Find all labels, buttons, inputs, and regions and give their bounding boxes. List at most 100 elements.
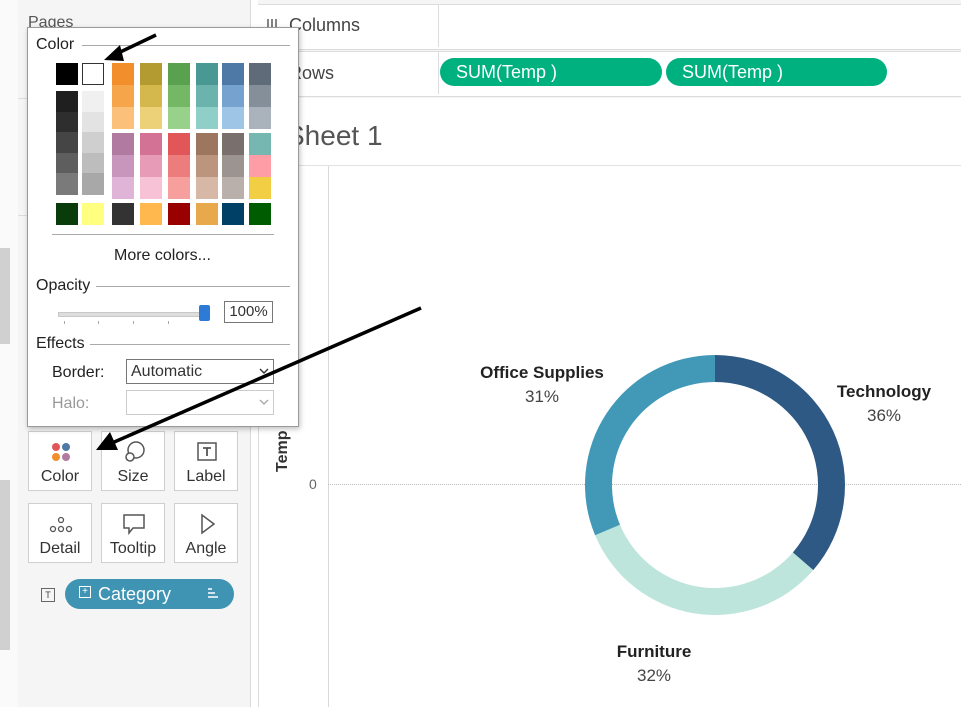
color-swatch[interactable] xyxy=(222,133,244,155)
color-swatch[interactable] xyxy=(140,85,162,107)
section-divider xyxy=(96,286,290,287)
color-swatch[interactable] xyxy=(112,203,134,225)
color-swatch[interactable] xyxy=(222,85,244,107)
section-divider xyxy=(82,45,290,46)
marks-label-button[interactable]: Label xyxy=(174,431,238,491)
color-swatch[interactable] xyxy=(222,177,244,199)
color-swatch[interactable] xyxy=(140,177,162,199)
more-colors-link[interactable]: More colors... xyxy=(114,247,211,265)
color-swatch[interactable] xyxy=(249,85,271,107)
slice-label-furniture: Furniture 32% xyxy=(594,642,714,686)
color-swatch[interactable] xyxy=(56,173,78,195)
color-swatch[interactable] xyxy=(196,63,218,85)
donut-slice-furniture[interactable] xyxy=(595,524,814,615)
color-swatch[interactable] xyxy=(196,155,218,177)
border-select[interactable]: Automatic xyxy=(126,359,274,384)
color-swatch[interactable] xyxy=(140,133,162,155)
color-swatch[interactable] xyxy=(249,107,271,129)
color-swatch[interactable] xyxy=(82,91,104,113)
color-swatch[interactable] xyxy=(168,63,190,85)
color-swatch[interactable] xyxy=(196,85,218,107)
sort-icon[interactable] xyxy=(207,587,219,606)
title-separator xyxy=(258,165,961,166)
color-swatch[interactable] xyxy=(168,203,190,225)
color-swatch[interactable] xyxy=(196,133,218,155)
marks-color-label: Color xyxy=(40,468,80,485)
slider-tick xyxy=(133,321,134,324)
halo-select[interactable] xyxy=(126,390,274,415)
color-swatch[interactable] xyxy=(56,111,78,134)
color-swatch[interactable] xyxy=(140,63,162,85)
y-axis-tick: 0 xyxy=(309,476,317,492)
color-swatch[interactable] xyxy=(82,203,104,225)
color-swatch[interactable] xyxy=(222,107,244,129)
color-swatch-selected[interactable] xyxy=(82,63,104,85)
color-swatch[interactable] xyxy=(56,203,78,225)
color-swatch[interactable] xyxy=(168,177,190,199)
opacity-value-input[interactable]: 100% xyxy=(224,301,273,323)
strip-block xyxy=(0,480,10,650)
color-swatch[interactable] xyxy=(140,203,162,225)
color-swatch[interactable] xyxy=(56,91,78,113)
opacity-slider-thumb[interactable] xyxy=(199,305,210,321)
opacity-section-title: Opacity xyxy=(36,277,91,294)
color-swatch[interactable] xyxy=(112,155,134,177)
color-swatch[interactable] xyxy=(168,133,190,155)
color-swatch[interactable] xyxy=(222,63,244,85)
color-swatch[interactable] xyxy=(222,155,244,177)
color-swatch[interactable] xyxy=(168,155,190,177)
marks-angle-label: Angle xyxy=(185,540,227,557)
color-swatch[interactable] xyxy=(82,132,104,154)
rows-pill-label: SUM(Temp ) xyxy=(682,62,784,82)
color-swatch[interactable] xyxy=(82,111,104,134)
marks-tooltip-label: Tooltip xyxy=(109,540,157,557)
color-swatch[interactable] xyxy=(140,107,162,129)
marks-size-label: Size xyxy=(117,468,149,485)
tooltip-bubble-icon xyxy=(102,512,164,536)
color-swatch[interactable] xyxy=(196,107,218,129)
slice-percent: 31% xyxy=(524,387,560,406)
strip-block xyxy=(0,248,10,344)
chevron-down-icon xyxy=(259,360,269,390)
marks-angle-button[interactable]: Angle xyxy=(174,503,238,563)
halo-label: Halo: xyxy=(52,395,90,412)
color-swatch[interactable] xyxy=(112,177,134,199)
color-swatch[interactable] xyxy=(82,152,104,175)
color-swatch[interactable] xyxy=(249,63,271,85)
columns-shelf[interactable]: Columns xyxy=(258,4,961,50)
color-swatch[interactable] xyxy=(112,63,134,85)
rows-pill-sum-temp[interactable]: SUM(Temp ) xyxy=(666,58,887,86)
color-swatch[interactable] xyxy=(222,203,244,225)
columns-shelf-label: Columns xyxy=(289,15,361,35)
size-circles-icon xyxy=(102,440,164,464)
color-swatch[interactable] xyxy=(249,155,271,177)
color-swatch[interactable] xyxy=(82,173,104,195)
expand-plus-icon[interactable]: + xyxy=(79,586,91,598)
opacity-slider-track[interactable] xyxy=(58,312,210,317)
color-swatch[interactable] xyxy=(56,132,78,154)
color-swatch[interactable] xyxy=(249,177,271,199)
angle-wedge-icon xyxy=(175,512,237,536)
marks-tooltip-button[interactable]: Tooltip xyxy=(101,503,165,563)
color-swatch[interactable] xyxy=(56,152,78,175)
marks-color-button[interactable]: Color xyxy=(28,431,92,491)
effects-section-title: Effects xyxy=(36,335,85,352)
border-select-value: Automatic xyxy=(131,363,203,380)
color-dots-icon xyxy=(29,440,91,464)
slider-tick xyxy=(64,321,65,324)
color-swatch[interactable] xyxy=(112,133,134,155)
color-swatch[interactable] xyxy=(196,203,218,225)
color-swatch[interactable] xyxy=(249,203,271,225)
color-swatch[interactable] xyxy=(168,107,190,129)
category-pill[interactable]: + Category xyxy=(65,579,234,609)
rows-pill-sum-temp[interactable]: SUM(Temp ) xyxy=(440,58,662,86)
marks-size-button[interactable]: Size xyxy=(101,431,165,491)
color-swatch[interactable] xyxy=(196,177,218,199)
color-swatch[interactable] xyxy=(249,133,271,155)
color-swatch[interactable] xyxy=(112,107,134,129)
color-swatch[interactable] xyxy=(140,155,162,177)
color-swatch[interactable] xyxy=(56,63,78,85)
color-swatch[interactable] xyxy=(168,85,190,107)
color-swatch[interactable] xyxy=(112,85,134,107)
marks-detail-button[interactable]: Detail xyxy=(28,503,92,563)
